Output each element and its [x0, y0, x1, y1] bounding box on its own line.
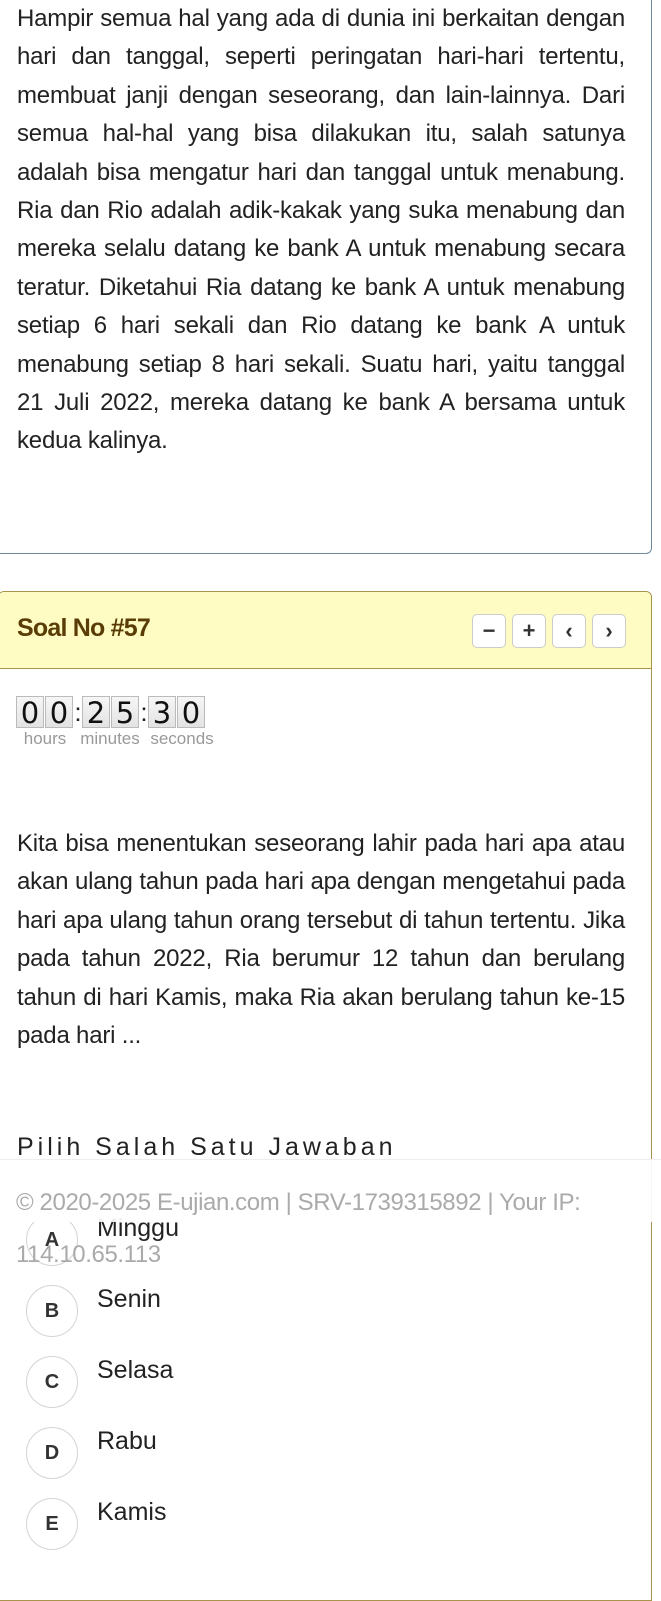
increase-font-button[interactable]: +: [512, 614, 546, 648]
timer-minutes-digit: 5: [111, 696, 139, 729]
answer-option-b[interactable]: B Senin: [0, 1281, 651, 1352]
option-letter-badge[interactable]: D: [26, 1427, 78, 1479]
option-letter-badge[interactable]: E: [26, 1498, 78, 1550]
question-nav: − + ‹ ›: [472, 614, 626, 648]
chevron-right-icon: ›: [605, 618, 613, 643]
story-card: Hampir semua hal yang ada di dunia ini b…: [0, 0, 652, 554]
decrease-font-button[interactable]: −: [472, 614, 506, 648]
choose-answer-label: Pilih Salah Satu Jawaban: [17, 1133, 397, 1161]
question-header: Soal No #57 − + ‹ ›: [0, 592, 651, 669]
question-number-title: Soal No #57: [17, 614, 151, 642]
option-label: Selasa: [97, 1356, 174, 1384]
answer-option-c[interactable]: C Selasa: [0, 1352, 651, 1423]
timer-separator: :: [74, 697, 82, 727]
option-letter-badge[interactable]: C: [26, 1356, 78, 1408]
timer-hours-digit: 0: [16, 696, 44, 729]
timer-minutes-digit: 2: [82, 696, 110, 729]
previous-question-button[interactable]: ‹: [552, 614, 586, 648]
option-label: Senin: [97, 1285, 161, 1313]
question-text: Kita bisa menentukan seseorang lahir pad…: [17, 830, 625, 1050]
timer-separator: :: [140, 697, 148, 727]
timer-minutes-label: minutes: [80, 729, 140, 748]
timer-seconds-digit: 0: [177, 696, 205, 729]
timer-hours-label: hours: [23, 729, 67, 748]
timer-hours-digit: 0: [45, 696, 73, 729]
option-label: Kamis: [97, 1498, 167, 1526]
timer-seconds-label: seconds: [150, 729, 214, 748]
footer-copyright: © 2020-2025 E-ujian.com | SRV-1739315892…: [16, 1189, 581, 1268]
countdown-timer: 0 0 : 2 5 : 3 0 hours minutes seconds: [16, 696, 218, 749]
plus-icon: +: [522, 618, 536, 643]
chevron-left-icon: ‹: [565, 618, 573, 643]
question-card: Soal No #57 − + ‹ › 0 0 : 2 5 : 3 0 hour…: [0, 591, 652, 1601]
answer-option-d[interactable]: D Rabu: [0, 1423, 651, 1494]
option-letter-badge[interactable]: B: [26, 1285, 78, 1337]
minus-icon: −: [482, 618, 496, 643]
answer-option-e[interactable]: E Kamis: [0, 1494, 651, 1565]
next-question-button[interactable]: ›: [592, 614, 626, 648]
option-label: Rabu: [97, 1427, 157, 1455]
footer: © 2020-2025 E-ujian.com | SRV-1739315892…: [0, 1159, 661, 1268]
timer-seconds-digit: 3: [148, 696, 176, 729]
story-text: Hampir semua hal yang ada di dunia ini b…: [17, 5, 625, 455]
